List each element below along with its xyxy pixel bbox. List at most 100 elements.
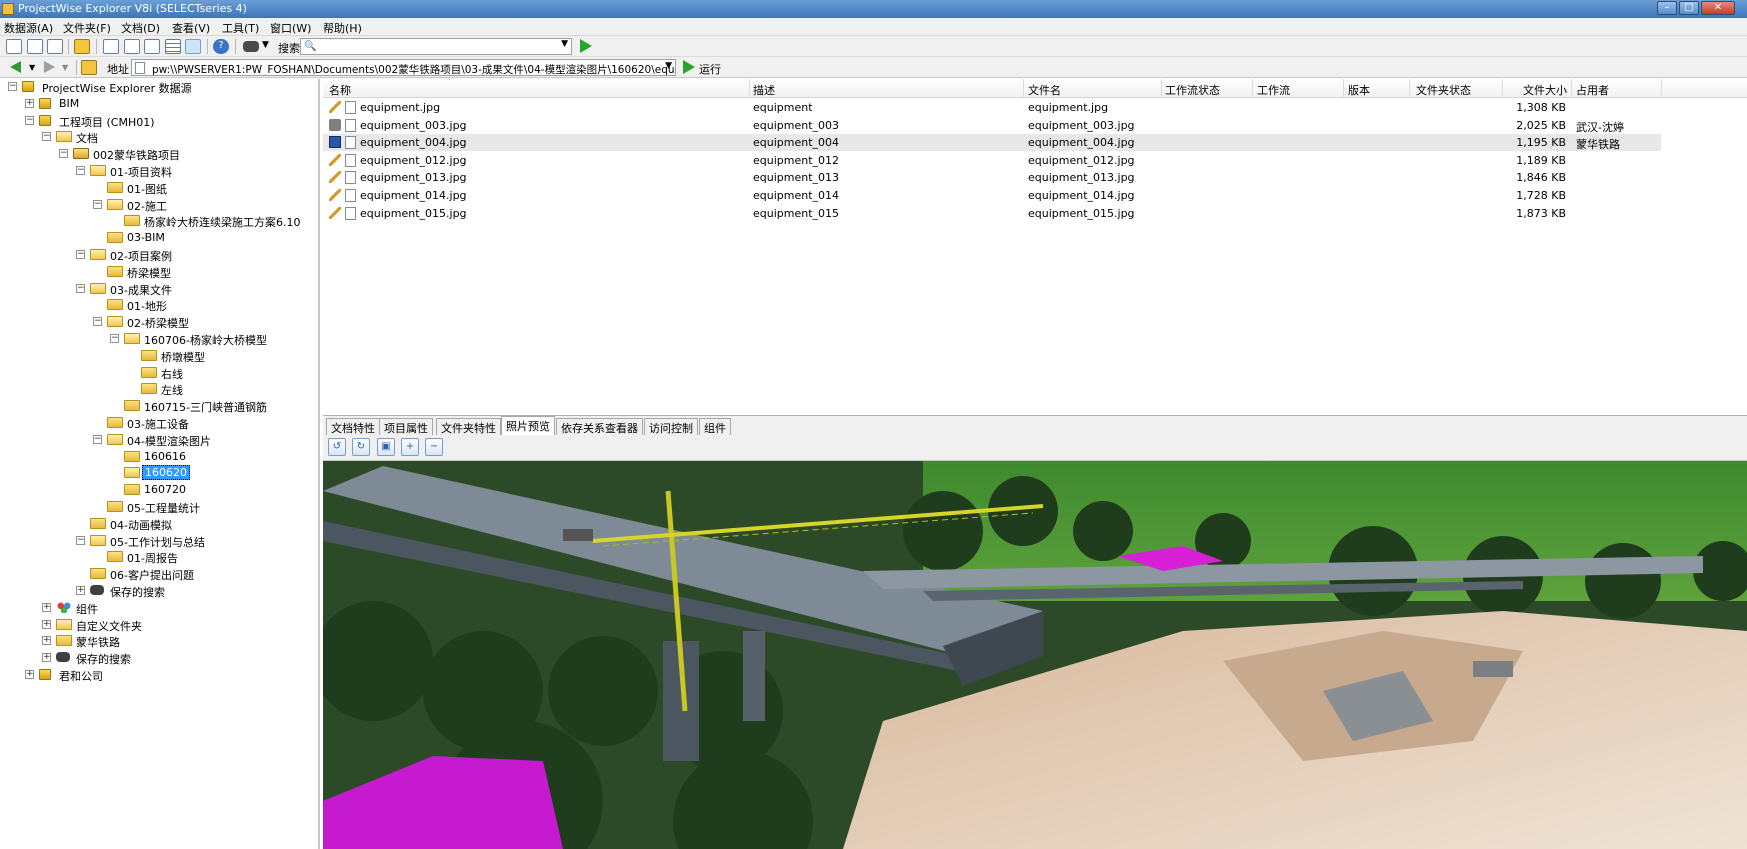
column-header-file-size[interactable]: 文件大小 [1523,82,1567,98]
chevron-down-icon[interactable]: ▼ [665,61,672,71]
tab-2[interactable]: 文件夹特性 [436,418,501,435]
collapse-icon[interactable]: − [93,199,102,209]
column-header-name[interactable]: 名称 [329,82,351,98]
collapse-icon[interactable]: − [25,115,34,125]
collapse-icon[interactable]: − [59,149,68,159]
tree-item[interactable]: − ProjectWise Explorer 数据源 [0,79,318,95]
menu-document[interactable]: 文档(D) [121,20,160,36]
collapse-icon[interactable]: − [110,334,119,343]
tree-item[interactable]: − 02-项目案例 [0,247,318,263]
table-row[interactable]: equipment_003.jpg equipment_003 equipment_… [323,117,1661,134]
collapse-icon[interactable]: − [93,434,102,444]
column-header-workflow[interactable]: 工作流 [1257,82,1290,98]
collapse-icon[interactable]: − [76,250,85,259]
column-divider[interactable] [1571,79,1572,98]
table-row[interactable]: equipment_012.jpg equipment_012 equipment_… [323,152,1661,169]
tree-item[interactable]: + 保存的搜索 [0,650,318,666]
tree-item[interactable]: 05-工程量统计 [0,499,318,515]
tab-0[interactable]: 文档特性 [326,418,380,435]
tab-4[interactable]: 依存关系查看器 [556,418,643,435]
collapse-icon[interactable]: − [42,132,51,142]
tree-item[interactable]: − 01-项目资料 [0,163,318,179]
chevron-down-icon[interactable]: ▼ [62,63,68,72]
menu-help[interactable]: 帮助(H) [323,20,362,36]
rotate-right-icon[interactable]: ↻ [352,438,370,456]
run-label[interactable]: 运行 [699,61,721,77]
fit-image-icon[interactable]: ▣ [377,438,395,456]
tree-item[interactable]: 左线 [0,381,318,397]
details-view-icon[interactable] [165,39,181,54]
menu-view[interactable]: 查看(V) [172,20,210,36]
table-row[interactable]: equipment_015.jpg equipment_015 equipment_… [323,205,1661,222]
menu-window[interactable]: 窗口(W) [270,20,311,36]
tree-item[interactable]: + 蒙华铁路 [0,633,318,649]
table-row[interactable]: equipment_004.jpg equipment_004 equipment_… [323,134,1661,152]
column-header-filename[interactable]: 文件名 [1028,82,1061,98]
rotate-left-icon[interactable]: ↺ [328,438,346,456]
column-header-version[interactable]: 版本 [1348,82,1370,98]
collapse-icon[interactable]: − [76,283,85,293]
column-header-owner[interactable]: 占用者 [1576,82,1609,98]
chevron-down-icon[interactable]: ▼ [29,63,35,72]
column-divider[interactable] [1343,79,1344,98]
tree-item[interactable]: − 04-模型渲染图片 [0,432,318,448]
table-row[interactable]: equipment_014.jpg equipment_014 equipment_… [323,187,1661,204]
search-run-button[interactable] [578,38,594,54]
expand-icon[interactable]: + [42,602,51,612]
menu-folder[interactable]: 文件夹(F) [63,20,111,36]
close-button[interactable]: ✕ [1701,1,1735,15]
up-folder-icon[interactable] [81,60,97,75]
tab-6[interactable]: 组件 [699,418,731,435]
tree-item[interactable]: + 保存的搜索 [0,583,318,599]
column-divider[interactable] [1161,79,1162,98]
menu-datasource[interactable]: 数据源(A) [4,20,53,36]
run-button[interactable] [681,59,697,75]
minimize-button[interactable]: – [1657,1,1677,15]
collapse-icon[interactable]: − [8,82,17,91]
column-divider[interactable] [1252,79,1253,98]
collapse-icon[interactable]: − [93,317,102,327]
tree-item[interactable]: 160616 [0,449,318,465]
column-divider[interactable] [1661,79,1662,98]
sort-icon[interactable] [124,39,140,54]
list-view-icon[interactable] [185,39,201,54]
maximize-button[interactable]: □ [1679,1,1699,15]
tree-item[interactable]: − 文档 [0,129,318,145]
expand-icon[interactable]: + [42,619,51,629]
tree-item[interactable]: − 05-工作计划与总结 [0,533,318,549]
column-header-description[interactable]: 描述 [753,82,775,98]
help-icon[interactable]: ? [213,39,229,54]
checkin-icon[interactable] [74,39,90,54]
tree-item[interactable]: 01-周报告 [0,549,318,565]
search-input[interactable]: 🔍 ▼ [300,38,572,55]
properties-icon[interactable] [47,39,63,54]
tree-item[interactable]: + BIM [0,96,318,112]
expand-icon[interactable]: + [42,636,51,646]
tree-item[interactable]: − 03-成果文件 [0,281,318,297]
menu-tools[interactable]: 工具(T) [222,20,259,36]
expand-icon[interactable]: + [76,586,85,595]
expand-icon[interactable]: + [42,653,51,663]
column-divider[interactable] [1409,79,1410,98]
tree-item[interactable]: − 002蒙华铁路项目 [0,146,318,162]
column-header-workflow-state[interactable]: 工作流状态 [1165,82,1220,98]
table-row[interactable]: equipment.jpg equipment equipment.jpg 1,308… [323,99,1661,116]
tree-item[interactable]: 160715-三门峡普通钢筋 [0,398,318,414]
column-header-folder-state[interactable]: 文件夹状态 [1416,82,1471,98]
zoom-out-icon[interactable]: − [425,438,443,456]
collapse-icon[interactable]: − [76,535,85,545]
new-document-icon[interactable] [6,39,22,54]
expand-icon[interactable]: + [25,98,34,108]
binoculars-icon[interactable] [243,41,259,52]
tree-item[interactable]: 06-客户提出问题 [0,566,318,582]
column-divider[interactable] [749,79,750,98]
tree-item[interactable]: − 02-施工 [0,197,318,213]
column-divider[interactable] [1502,79,1503,98]
chevron-down-icon[interactable]: ▼ [561,39,568,49]
tree-item[interactable]: 03-BIM [0,230,318,246]
tree-item[interactable]: 右线 [0,365,318,381]
tree-item[interactable]: 160620 [0,465,318,481]
column-divider[interactable] [1023,79,1024,98]
view-options-icon[interactable] [103,39,119,54]
tree-item[interactable]: 01-地形 [0,297,318,313]
